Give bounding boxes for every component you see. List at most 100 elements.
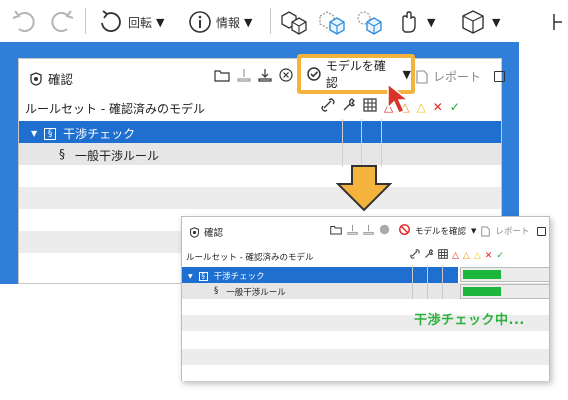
folder-icon[interactable]	[330, 224, 342, 238]
rule-icon: §	[59, 147, 65, 161]
report-icon	[481, 226, 491, 236]
check-circle-icon	[307, 67, 321, 81]
collapse-triangle-icon[interactable]: ▼	[31, 129, 37, 138]
table-icon[interactable]	[363, 98, 377, 115]
check-shield-icon	[190, 226, 199, 238]
empty-row	[182, 333, 549, 349]
rule-label: 一般干渉ルール	[226, 288, 286, 298]
down-arrow-icon	[335, 165, 393, 212]
rotate-icon	[101, 10, 121, 32]
download-icon[interactable]	[363, 224, 374, 238]
ruleset-icon: §	[44, 127, 57, 140]
chevron-down-icon: ▼	[427, 15, 436, 29]
window-icon[interactable]	[537, 226, 547, 236]
report-label: レポート	[433, 70, 482, 84]
chevron-down-icon: ▼	[156, 15, 165, 29]
rule-label: 一般干渉ルール	[75, 149, 160, 163]
report-icon	[416, 69, 428, 84]
record-icon[interactable]	[379, 224, 390, 238]
display-mode-button[interactable]: ▼	[456, 6, 502, 38]
folder-icon[interactable]	[214, 68, 230, 85]
green-check-icon[interactable]: ✓	[450, 100, 460, 114]
download-tray-icon[interactable]	[237, 68, 251, 85]
column-icons: △ △ △ ✕ ✓	[410, 249, 504, 262]
check-shield-icon	[30, 71, 42, 86]
rotate-button[interactable]: 回転 ▼	[96, 6, 166, 38]
download-tray-icon[interactable]	[347, 224, 358, 238]
cubes-icon	[281, 11, 307, 35]
stop-check-icon[interactable]	[399, 224, 410, 238]
column-divider	[427, 265, 428, 299]
column-divider	[361, 119, 362, 167]
model-objects-button[interactable]	[277, 6, 311, 38]
panel-tools: モデルを確認 ▼ レポート	[330, 224, 547, 238]
mouse-cursor-icon	[387, 82, 411, 114]
report-button[interactable]: レポート	[416, 68, 506, 85]
hand-icon	[402, 11, 416, 33]
ruleset-column-header: ルールセット - 確認済みのモデル	[186, 253, 314, 263]
rotate-label: 回転	[128, 15, 153, 30]
info-label: 情報	[216, 15, 241, 30]
ruleset-row-selected[interactable]: ▼ § 干渉チェック	[19, 121, 501, 143]
ruleset-label: 干渉チェック	[63, 127, 136, 141]
chevron-down-icon: ▼	[244, 15, 253, 29]
cube-select-icon	[357, 11, 382, 35]
panel-title-label: 確認	[48, 72, 74, 87]
column-divider	[442, 265, 443, 299]
yellow-triangle-icon[interactable]: △	[416, 100, 425, 114]
collapse-triangle-icon[interactable]: ▼	[188, 273, 193, 280]
report-label[interactable]: レポート	[495, 225, 529, 237]
download-icon[interactable]	[258, 68, 272, 85]
link-icon[interactable]	[321, 98, 335, 115]
ruleset-label: 干渉チェック	[213, 272, 265, 282]
empty-row	[19, 167, 501, 189]
column-header-row: ルールセット - 確認済みのモデル △ △ △ ✕ ✓	[182, 247, 549, 265]
model-filter-button[interactable]	[315, 6, 349, 38]
tool-icon	[553, 14, 562, 30]
close-circle-icon[interactable]	[279, 68, 293, 85]
red-x-icon[interactable]: ✕	[433, 100, 443, 114]
cubes-highlight-icon	[319, 11, 345, 35]
info-button[interactable]: 情報 ▼	[186, 6, 254, 38]
progress-bar	[460, 267, 550, 282]
red-triangle-icon[interactable]: △	[452, 251, 459, 261]
ruleset-row-selected[interactable]: ▼ § 干渉チェック	[182, 267, 458, 283]
panel-title-label: 確認	[204, 228, 224, 239]
panel-header: 確認 モデルを確認 ▼ レポート	[182, 217, 549, 245]
column-divider	[412, 265, 413, 299]
info-icon	[189, 11, 211, 33]
rule-icon: §	[214, 286, 219, 296]
yellow-triangle-icon[interactable]: △	[474, 251, 481, 261]
more-tools-button[interactable]	[548, 6, 568, 38]
wrench-icon[interactable]	[342, 98, 356, 115]
redo-button[interactable]	[44, 6, 78, 38]
check-model-label[interactable]: モデルを確認	[415, 225, 466, 237]
column-divider	[381, 119, 382, 167]
progress-fill	[463, 270, 501, 279]
checking-status-text: 干渉チェック中...	[414, 313, 525, 328]
column-header-row: ルールセット - 確認済みのモデル △ △ △ ✕ ✓	[19, 95, 501, 119]
table-icon[interactable]	[438, 249, 448, 262]
model-select-button[interactable]	[352, 6, 386, 38]
rule-row[interactable]: § 一般干渉ルール	[19, 143, 501, 165]
check-panel-running: 確認 モデルを確認 ▼ レポート ルールセット - 確認済みのモデル △ △ △…	[181, 216, 550, 381]
undo-button[interactable]	[8, 6, 42, 38]
orange-triangle-icon[interactable]: △	[463, 251, 470, 261]
window-icon[interactable]	[494, 71, 506, 82]
progress-fill	[463, 287, 501, 296]
chevron-down-icon[interactable]: ▼	[471, 227, 476, 235]
green-check-icon[interactable]: ✓	[496, 251, 504, 261]
panel-title: 確認	[189, 225, 223, 239]
toolbar-divider	[270, 8, 271, 34]
panel-tools	[214, 68, 293, 85]
main-toolbar: 回転 ▼ 情報 ▼ ▼ ▼	[0, 0, 568, 42]
chevron-down-icon: ▼	[492, 15, 501, 29]
toolbar-divider	[85, 8, 86, 34]
progress-bar	[460, 284, 550, 299]
red-x-icon[interactable]: ✕	[485, 251, 493, 261]
panel-title: 確認	[29, 69, 73, 88]
visibility-button[interactable]: ▼	[393, 6, 437, 38]
wrench-icon[interactable]	[424, 249, 434, 262]
empty-row	[19, 187, 501, 209]
link-icon[interactable]	[410, 249, 420, 262]
